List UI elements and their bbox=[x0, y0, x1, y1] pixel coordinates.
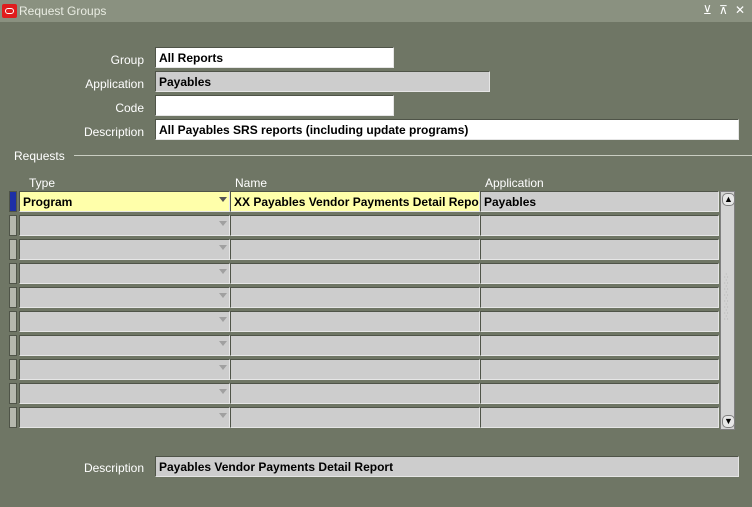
name-cell[interactable] bbox=[230, 407, 480, 428]
name-cell[interactable] bbox=[230, 239, 480, 260]
group-field[interactable]: All Reports bbox=[155, 47, 394, 68]
record-indicator[interactable] bbox=[9, 191, 17, 212]
record-indicator[interactable] bbox=[9, 407, 17, 428]
dropdown-arrow-icon[interactable] bbox=[219, 413, 227, 418]
type-column-header: Type bbox=[29, 176, 56, 190]
application-cell[interactable] bbox=[480, 239, 719, 260]
scroll-down-icon[interactable]: ▼ bbox=[722, 415, 735, 428]
record-indicator[interactable] bbox=[9, 215, 17, 236]
name-cell[interactable] bbox=[230, 335, 480, 356]
record-indicator[interactable] bbox=[9, 359, 17, 380]
type-cell[interactable] bbox=[19, 383, 230, 404]
type-cell[interactable] bbox=[19, 311, 230, 332]
requests-scrollbar[interactable]: ▲ ∴ ∴ ∴ ∴ ∴ ∴ ∴ ∴ ▼ bbox=[720, 191, 735, 430]
scroll-up-icon[interactable]: ▲ bbox=[722, 193, 735, 206]
scroll-grip-icon[interactable]: ∴ ∴ ∴ ∴ ∴ ∴ ∴ ∴ bbox=[724, 273, 732, 334]
record-indicator[interactable] bbox=[9, 239, 17, 260]
application-cell[interactable] bbox=[480, 215, 719, 236]
application-column-header: Application bbox=[485, 176, 544, 190]
type-cell[interactable] bbox=[19, 335, 230, 356]
type-cell[interactable]: Program bbox=[19, 191, 230, 212]
application-cell[interactable] bbox=[480, 263, 719, 284]
dropdown-arrow-icon[interactable] bbox=[219, 245, 227, 250]
application-cell-text: Payables bbox=[484, 195, 537, 209]
name-cell[interactable]: XX Payables Vendor Payments Detail Repor… bbox=[230, 191, 480, 212]
record-indicator[interactable] bbox=[9, 287, 17, 308]
application-field[interactable]: Payables bbox=[155, 71, 490, 92]
name-cell[interactable] bbox=[230, 263, 480, 284]
name-cell-text: XX Payables Vendor Payments Detail Repor… bbox=[234, 195, 480, 209]
dropdown-arrow-icon[interactable] bbox=[219, 365, 227, 370]
application-cell[interactable] bbox=[480, 407, 719, 428]
application-cell[interactable]: Payables bbox=[480, 191, 719, 212]
dropdown-arrow-icon[interactable] bbox=[219, 269, 227, 274]
type-cell[interactable] bbox=[19, 407, 230, 428]
code-label: Code bbox=[115, 101, 144, 115]
minimize-icon[interactable]: ⊻ bbox=[703, 3, 712, 17]
dropdown-arrow-icon[interactable] bbox=[219, 293, 227, 298]
close-icon[interactable]: ✕ bbox=[735, 3, 745, 17]
code-field[interactable] bbox=[155, 95, 394, 116]
type-cell-text: Program bbox=[23, 195, 73, 209]
type-cell[interactable] bbox=[19, 239, 230, 260]
name-cell[interactable] bbox=[230, 287, 480, 308]
section-divider bbox=[74, 155, 752, 156]
name-cell[interactable] bbox=[230, 359, 480, 380]
record-indicator[interactable] bbox=[9, 383, 17, 404]
dropdown-arrow-icon[interactable] bbox=[219, 341, 227, 346]
oracle-logo-icon bbox=[2, 4, 17, 18]
application-cell[interactable] bbox=[480, 335, 719, 356]
application-cell[interactable] bbox=[480, 383, 719, 404]
group-label: Group bbox=[110, 53, 144, 67]
window-title: Request Groups bbox=[19, 4, 107, 18]
name-cell[interactable] bbox=[230, 311, 480, 332]
type-cell[interactable] bbox=[19, 263, 230, 284]
dropdown-arrow-icon[interactable] bbox=[219, 221, 227, 226]
requests-section-label: Requests bbox=[14, 149, 65, 163]
application-label: Application bbox=[85, 77, 144, 91]
dropdown-arrow-icon[interactable] bbox=[219, 389, 227, 394]
record-indicator[interactable] bbox=[9, 263, 17, 284]
maximize-icon[interactable]: ⊼ bbox=[719, 3, 728, 17]
application-cell[interactable] bbox=[480, 359, 719, 380]
name-cell[interactable] bbox=[230, 383, 480, 404]
type-cell[interactable] bbox=[19, 359, 230, 380]
name-column-header: Name bbox=[235, 176, 268, 190]
record-indicator[interactable] bbox=[9, 335, 17, 356]
name-cell[interactable] bbox=[230, 215, 480, 236]
type-cell[interactable] bbox=[19, 287, 230, 308]
application-cell[interactable] bbox=[480, 311, 719, 332]
record-indicator[interactable] bbox=[9, 311, 17, 332]
title-bar: Request Groups ⊻ ⊼ ✕ bbox=[0, 0, 752, 22]
application-cell[interactable] bbox=[480, 287, 719, 308]
description-label: Description bbox=[83, 125, 144, 139]
description-field[interactable]: All Payables SRS reports (including upda… bbox=[155, 119, 739, 140]
dropdown-arrow-icon[interactable] bbox=[219, 197, 227, 202]
dropdown-arrow-icon[interactable] bbox=[219, 317, 227, 322]
type-cell[interactable] bbox=[19, 215, 230, 236]
footer-description-field: Payables Vendor Payments Detail Report bbox=[155, 456, 739, 477]
footer-description-label: Description bbox=[83, 461, 144, 475]
